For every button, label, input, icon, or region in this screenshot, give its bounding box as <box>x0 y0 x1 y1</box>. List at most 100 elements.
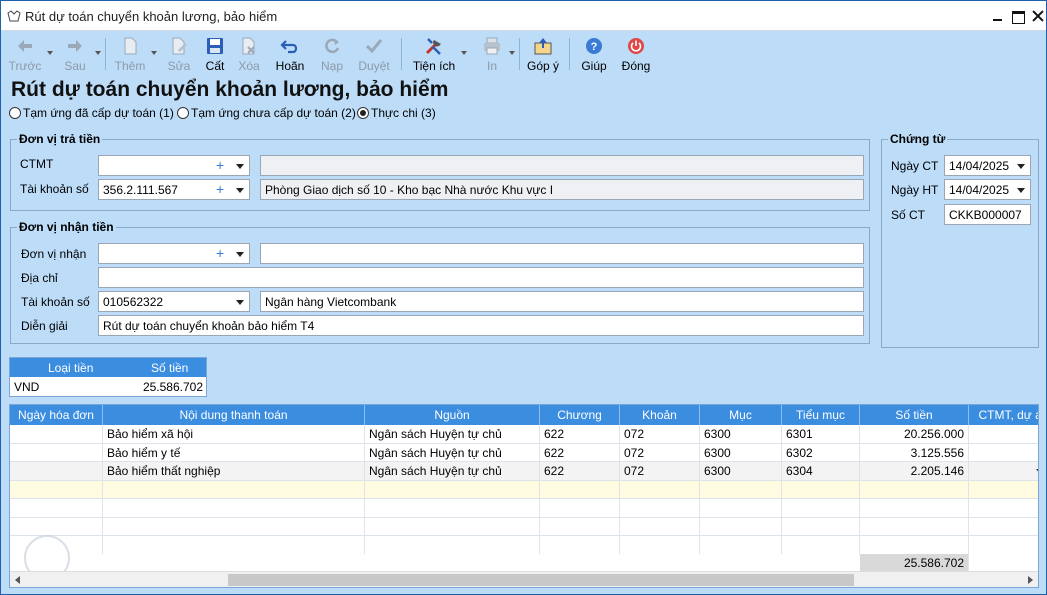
col-source[interactable]: Nguồn <box>365 405 540 425</box>
payer-account-combo[interactable]: 356.2.111.567 + <box>98 179 250 200</box>
payee-group-title: Đơn vị nhận tiền <box>17 220 116 234</box>
maximize-button[interactable] <box>1009 7 1027 25</box>
save-button[interactable]: Cất <box>201 34 229 74</box>
power-icon <box>628 38 644 54</box>
radio-icon <box>177 107 189 119</box>
payee-unit-description[interactable] <box>260 243 864 264</box>
col-payment-content[interactable]: Nội dung thanh toán <box>103 405 365 425</box>
next-button[interactable]: Sau <box>59 34 101 74</box>
table-row[interactable]: Bảo hiểm xã hội Ngân sách Huyện tự chủ 6… <box>10 425 1038 444</box>
chevron-down-icon[interactable] <box>1017 188 1025 193</box>
mode-radio-advance-funded[interactable]: Tạm ứng đã cấp dự toán (1) <box>9 106 174 120</box>
grid-footer: 25.586.702 <box>10 554 1038 572</box>
chevron-down-icon[interactable] <box>236 300 244 305</box>
delete-button[interactable]: Xóa <box>235 34 263 74</box>
toolbar-separator <box>105 38 106 70</box>
col-chapter[interactable]: Chương <box>540 405 620 425</box>
col-subsection[interactable]: Tiểu mục <box>782 405 860 425</box>
delete-document-icon <box>242 37 255 55</box>
toolbar-separator <box>519 38 520 70</box>
chevron-down-icon[interactable] <box>236 252 244 257</box>
app-window: Rút dự toán chuyển khoản lương, bảo hiểm… <box>0 0 1047 595</box>
payee-unit-combo[interactable]: + <box>98 243 250 264</box>
col-ctmt-project[interactable]: CTMT, dự án <box>969 405 1038 425</box>
title-bar[interactable]: Rút dự toán chuyển khoản lương, bảo hiểm <box>1 1 1046 31</box>
minimize-button[interactable] <box>989 7 1007 25</box>
undo-button[interactable]: Hoãn <box>273 34 307 74</box>
posting-date-label: Ngày HT <box>891 183 939 197</box>
undo-icon <box>280 40 298 54</box>
posting-date-picker[interactable]: 14/04/2025 <box>944 179 1031 200</box>
chevron-down-icon[interactable] <box>1036 469 1038 474</box>
col-amount[interactable]: Số tiền <box>860 405 969 425</box>
help-icon: ? <box>586 38 602 54</box>
payee-account-label: Tài khoản số <box>21 295 90 309</box>
scrollbar-thumb[interactable] <box>228 574 854 586</box>
mode-radio-actual[interactable]: Thực chi (3) <box>357 106 436 120</box>
approve-button[interactable]: Duyệt <box>357 34 391 74</box>
chevron-down-icon[interactable] <box>461 51 467 55</box>
edit-document-icon <box>172 37 187 55</box>
page-title: Rút dự toán chuyển khoản lương, bảo hiểm <box>11 78 449 101</box>
chevron-down-icon[interactable] <box>47 51 53 55</box>
address-input[interactable] <box>98 267 864 288</box>
new-document-icon <box>124 37 137 55</box>
chevron-down-icon[interactable] <box>95 51 101 55</box>
chevron-down-icon[interactable] <box>236 188 244 193</box>
scroll-left-icon[interactable] <box>10 572 26 587</box>
close-button[interactable]: Đóng <box>619 34 653 74</box>
payee-account-combo[interactable]: 010562322 <box>98 291 250 312</box>
col-invoice-date[interactable]: Ngày hóa đơn <box>10 405 103 425</box>
plus-icon[interactable]: + <box>216 182 224 196</box>
chevron-down-icon[interactable] <box>509 51 515 55</box>
description-input[interactable]: Rút dự toán chuyển khoản bảo hiểm T4 <box>98 315 864 336</box>
chevron-down-icon[interactable] <box>1017 164 1025 169</box>
feedback-button[interactable]: Góp ý <box>525 34 561 74</box>
table-row[interactable]: Bảo hiểm thất nghiệp Ngân sách Huyện tự … <box>10 462 1038 481</box>
close-window-button[interactable] <box>1029 7 1047 25</box>
window-title: Rút dự toán chuyển khoản lương, bảo hiểm <box>25 9 278 24</box>
arrow-left-icon <box>18 40 32 52</box>
currency-amount-cell[interactable]: 25.586.702 <box>143 380 203 394</box>
utilities-button[interactable]: Tiện ích <box>411 34 467 74</box>
currency-type-cell[interactable]: VND <box>14 380 39 394</box>
ctmt-combo[interactable]: + <box>98 155 250 176</box>
payer-group: Đơn vị trả tiền CTMT + Tài khoản số 356.… <box>10 132 870 211</box>
toolbar-separator <box>569 38 570 70</box>
feedback-box-icon <box>534 38 552 55</box>
voucher-group: Chứng từ Ngày CT 14/04/2025 Ngày HT 14/0… <box>881 132 1039 348</box>
currency-row[interactable]: VND 25.586.702 <box>10 377 206 396</box>
radio-selected-icon <box>357 107 369 119</box>
prev-button[interactable]: Trước <box>7 34 53 74</box>
edit-button[interactable]: Sửa <box>165 34 193 74</box>
plus-icon[interactable]: + <box>216 158 224 172</box>
col-section[interactable]: Mục <box>700 405 782 425</box>
print-button[interactable]: In <box>479 34 515 74</box>
horizontal-scrollbar[interactable] <box>10 571 1038 587</box>
col-item[interactable]: Khoản <box>620 405 700 425</box>
table-row[interactable]: Bảo hiểm y tế Ngân sách Huyện tự chủ 622… <box>10 443 1038 462</box>
load-button[interactable]: Nạp <box>317 34 347 74</box>
new-row[interactable] <box>10 480 1038 499</box>
bank-name-input[interactable]: Ngân hàng Vietcombank <box>260 291 864 312</box>
scroll-right-icon[interactable] <box>1022 572 1038 587</box>
ctmt-label: CTMT <box>20 157 54 171</box>
payee-unit-label: Đơn vị nhận <box>21 247 87 261</box>
address-label: Địa chỉ <box>21 271 58 285</box>
voucher-number-label: Số CT <box>891 208 926 222</box>
arrow-right-icon <box>68 40 82 52</box>
voucher-number-input[interactable]: CKKB000007 <box>944 204 1031 225</box>
currency-table: Loại tiền Số tiền VND 25.586.702 <box>9 357 207 397</box>
mode-radio-advance-unfunded[interactable]: Tạm ứng chưa cấp dự toán (2) <box>177 106 356 120</box>
empty-row <box>10 536 1038 555</box>
voucher-group-title: Chứng từ <box>888 132 948 146</box>
voucher-date-picker[interactable]: 14/04/2025 <box>944 155 1031 176</box>
chevron-down-icon[interactable] <box>151 51 157 55</box>
help-button[interactable]: ? Giúp <box>579 34 609 74</box>
empty-row <box>10 517 1038 536</box>
add-button[interactable]: Thêm <box>113 34 157 74</box>
plus-icon[interactable]: + <box>216 246 224 260</box>
chevron-down-icon[interactable] <box>236 164 244 169</box>
grid-total: 25.586.702 <box>860 554 969 572</box>
printer-icon <box>484 37 500 55</box>
